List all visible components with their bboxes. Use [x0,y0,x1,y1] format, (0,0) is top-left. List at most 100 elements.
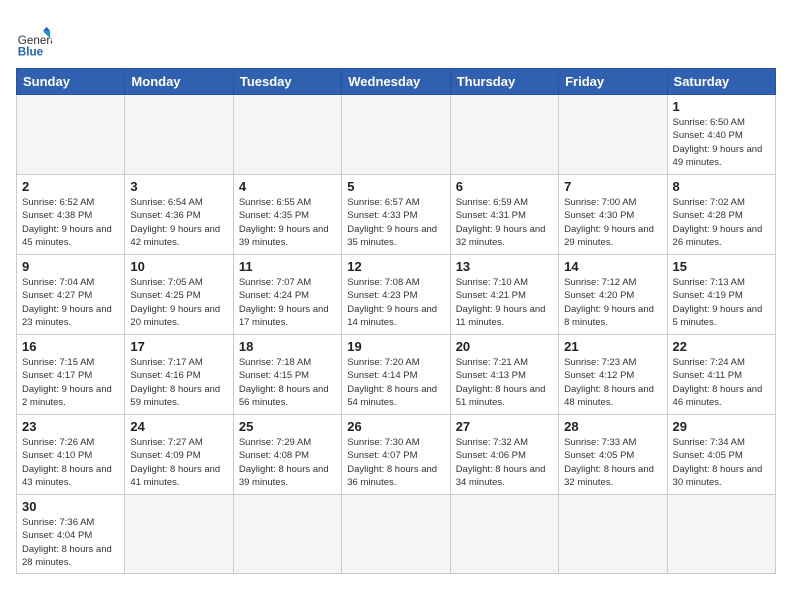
calendar-day-cell [17,95,125,175]
calendar-day-cell [125,95,233,175]
day-number: 29 [673,419,770,434]
day-number: 11 [239,259,336,274]
day-number: 18 [239,339,336,354]
calendar-day-cell: 21Sunrise: 7:23 AM Sunset: 4:12 PM Dayli… [559,335,667,415]
day-number: 12 [347,259,444,274]
day-number: 21 [564,339,661,354]
calendar-day-cell [233,495,341,574]
day-number: 6 [456,179,553,194]
day-number: 24 [130,419,227,434]
day-number: 27 [456,419,553,434]
day-number: 3 [130,179,227,194]
day-number: 26 [347,419,444,434]
day-number: 25 [239,419,336,434]
calendar-day-cell: 18Sunrise: 7:18 AM Sunset: 4:15 PM Dayli… [233,335,341,415]
day-number: 16 [22,339,119,354]
day-number: 10 [130,259,227,274]
day-info: Sunrise: 6:52 AM Sunset: 4:38 PM Dayligh… [22,196,119,249]
day-info: Sunrise: 7:29 AM Sunset: 4:08 PM Dayligh… [239,436,336,489]
day-number: 4 [239,179,336,194]
day-number: 9 [22,259,119,274]
calendar-week-row: 1 Sunrise: 6:50 AM Sunset: 4:40 PM Daylig… [17,95,776,175]
calendar-day-cell [233,95,341,175]
day-info: Sunrise: 7:04 AM Sunset: 4:27 PM Dayligh… [22,276,119,329]
column-header-tuesday: Tuesday [233,69,341,95]
day-info: Sunrise: 6:50 AM Sunset: 4:40 PM Dayligh… [673,116,770,169]
calendar-day-cell: 5Sunrise: 6:57 AM Sunset: 4:33 PM Daylig… [342,175,450,255]
calendar-day-cell: 26 Sunrise: 7:30 AM Sunset: 4:07 PM Dayli… [342,415,450,495]
calendar-week-row: 23Sunrise: 7:26 AM Sunset: 4:10 PM Dayli… [17,415,776,495]
column-header-saturday: Saturday [667,69,775,95]
calendar-day-cell [125,495,233,574]
day-info: Sunrise: 7:08 AM Sunset: 4:23 PM Dayligh… [347,276,444,329]
day-number: 2 [22,179,119,194]
day-number: 20 [456,339,553,354]
day-info: Sunrise: 6:59 AM Sunset: 4:31 PM Dayligh… [456,196,553,249]
day-info: Sunrise: 7:10 AM Sunset: 4:21 PM Dayligh… [456,276,553,329]
day-info: Sunrise: 7:21 AM Sunset: 4:13 PM Dayligh… [456,356,553,409]
logo: General Blue [16,24,52,60]
day-info: Sunrise: 7:12 AM Sunset: 4:20 PM Dayligh… [564,276,661,329]
day-info: Sunrise: 6:55 AM Sunset: 4:35 PM Dayligh… [239,196,336,249]
calendar-day-cell: 27Sunrise: 7:32 AM Sunset: 4:06 PM Dayli… [450,415,558,495]
calendar-day-cell: 10 Sunrise: 7:05 AM Sunset: 4:25 PM Dayli… [125,255,233,335]
calendar-day-cell: 29 Sunrise: 7:34 AM Sunset: 4:05 PM Dayli… [667,415,775,495]
day-info: Sunrise: 7:24 AM Sunset: 4:11 PM Dayligh… [673,356,770,409]
calendar-day-cell: 3 Sunrise: 6:54 AM Sunset: 4:36 PM Daylig… [125,175,233,255]
day-info: Sunrise: 7:17 AM Sunset: 4:16 PM Dayligh… [130,356,227,409]
day-number: 1 [673,99,770,114]
day-info: Sunrise: 7:02 AM Sunset: 4:28 PM Dayligh… [673,196,770,249]
calendar-day-cell: 6 Sunrise: 6:59 AM Sunset: 4:31 PM Daylig… [450,175,558,255]
day-info: Sunrise: 7:30 AM Sunset: 4:07 PM Dayligh… [347,436,444,489]
day-number: 30 [22,499,119,514]
calendar-week-row: 16Sunrise: 7:15 AM Sunset: 4:17 PM Dayli… [17,335,776,415]
day-number: 13 [456,259,553,274]
calendar-day-cell: 14Sunrise: 7:12 AM Sunset: 4:20 PM Dayli… [559,255,667,335]
calendar-day-cell: 7 Sunrise: 7:00 AM Sunset: 4:30 PM Daylig… [559,175,667,255]
day-info: Sunrise: 7:20 AM Sunset: 4:14 PM Dayligh… [347,356,444,409]
calendar-day-cell: 25 Sunrise: 7:29 AM Sunset: 4:08 PM Dayli… [233,415,341,495]
calendar-day-cell: 19Sunrise: 7:20 AM Sunset: 4:14 PM Dayli… [342,335,450,415]
calendar-day-cell: 15Sunrise: 7:13 AM Sunset: 4:19 PM Dayli… [667,255,775,335]
column-header-monday: Monday [125,69,233,95]
day-info: Sunrise: 7:34 AM Sunset: 4:05 PM Dayligh… [673,436,770,489]
page-header: General Blue [16,16,776,60]
calendar-day-cell [667,495,775,574]
calendar-header-row: SundayMondayTuesdayWednesdayThursdayFrid… [17,69,776,95]
generalblue-logo-icon: General Blue [16,24,52,60]
day-number: 23 [22,419,119,434]
calendar-day-cell [450,495,558,574]
calendar-day-cell: 2 Sunrise: 6:52 AM Sunset: 4:38 PM Daylig… [17,175,125,255]
calendar-day-cell: 4 Sunrise: 6:55 AM Sunset: 4:35 PM Daylig… [233,175,341,255]
day-info: Sunrise: 6:54 AM Sunset: 4:36 PM Dayligh… [130,196,227,249]
calendar-day-cell: 24Sunrise: 7:27 AM Sunset: 4:09 PM Dayli… [125,415,233,495]
calendar-day-cell: 28Sunrise: 7:33 AM Sunset: 4:05 PM Dayli… [559,415,667,495]
calendar-day-cell: 22 Sunrise: 7:24 AM Sunset: 4:11 PM Dayli… [667,335,775,415]
calendar-day-cell: 8 Sunrise: 7:02 AM Sunset: 4:28 PM Daylig… [667,175,775,255]
day-info: Sunrise: 7:13 AM Sunset: 4:19 PM Dayligh… [673,276,770,329]
calendar-day-cell: 20 Sunrise: 7:21 AM Sunset: 4:13 PM Dayli… [450,335,558,415]
calendar-day-cell [559,495,667,574]
day-number: 22 [673,339,770,354]
calendar-day-cell: 12 Sunrise: 7:08 AM Sunset: 4:23 PM Dayli… [342,255,450,335]
calendar-day-cell [342,495,450,574]
calendar-day-cell [342,95,450,175]
calendar-table: SundayMondayTuesdayWednesdayThursdayFrid… [16,68,776,574]
calendar-day-cell: 16Sunrise: 7:15 AM Sunset: 4:17 PM Dayli… [17,335,125,415]
day-info: Sunrise: 7:05 AM Sunset: 4:25 PM Dayligh… [130,276,227,329]
day-number: 8 [673,179,770,194]
day-number: 7 [564,179,661,194]
calendar-day-cell: 30 Sunrise: 7:36 AM Sunset: 4:04 PM Dayli… [17,495,125,574]
calendar-day-cell: 1 Sunrise: 6:50 AM Sunset: 4:40 PM Daylig… [667,95,775,175]
calendar-week-row: 2 Sunrise: 6:52 AM Sunset: 4:38 PM Daylig… [17,175,776,255]
column-header-wednesday: Wednesday [342,69,450,95]
calendar-day-cell [450,95,558,175]
calendar-day-cell: 11 Sunrise: 7:07 AM Sunset: 4:24 PM Dayli… [233,255,341,335]
calendar-week-row: 30 Sunrise: 7:36 AM Sunset: 4:04 PM Dayli… [17,495,776,574]
calendar-day-cell: 23Sunrise: 7:26 AM Sunset: 4:10 PM Dayli… [17,415,125,495]
calendar-day-cell: 17Sunrise: 7:17 AM Sunset: 4:16 PM Dayli… [125,335,233,415]
day-info: Sunrise: 7:07 AM Sunset: 4:24 PM Dayligh… [239,276,336,329]
day-info: Sunrise: 6:57 AM Sunset: 4:33 PM Dayligh… [347,196,444,249]
day-info: Sunrise: 7:00 AM Sunset: 4:30 PM Dayligh… [564,196,661,249]
day-info: Sunrise: 7:36 AM Sunset: 4:04 PM Dayligh… [22,516,119,569]
